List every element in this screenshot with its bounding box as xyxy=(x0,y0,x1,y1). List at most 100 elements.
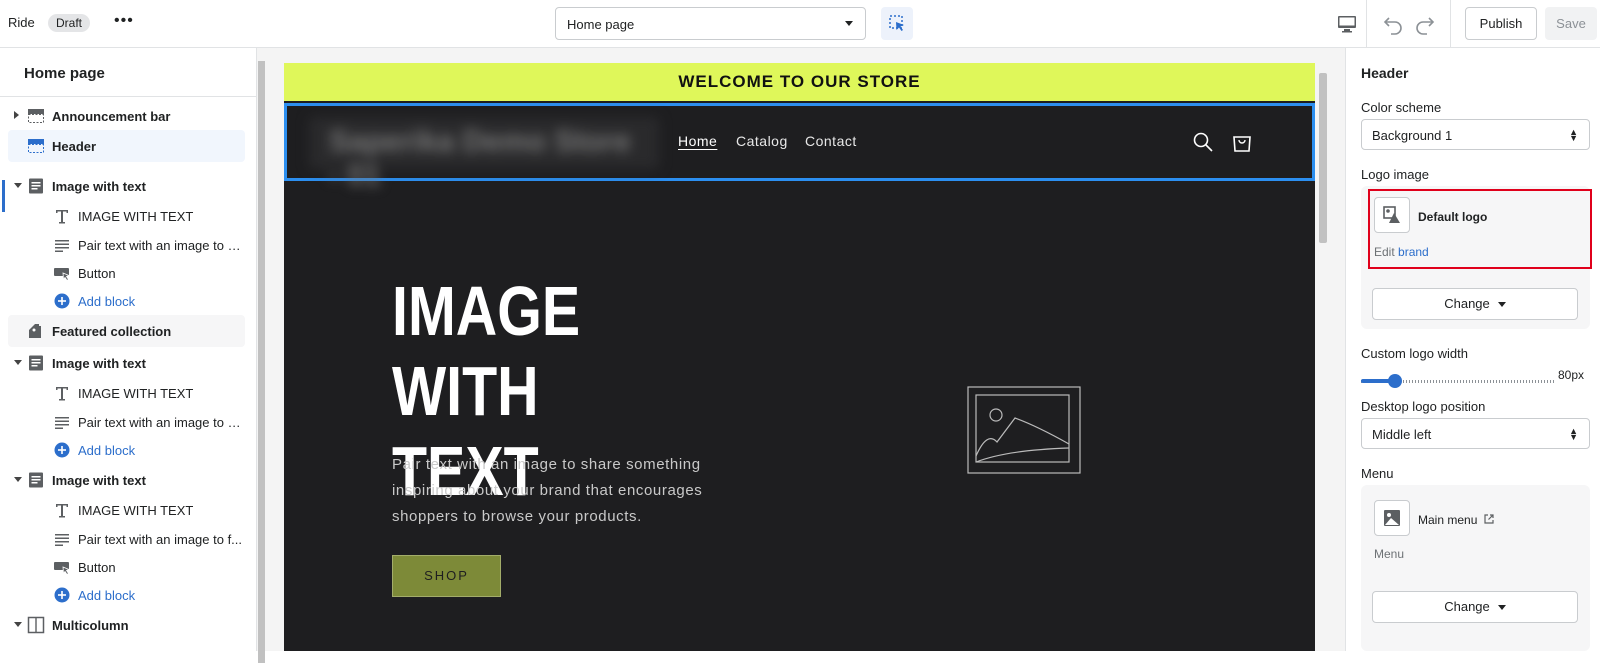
desktop-view-icon[interactable] xyxy=(1335,12,1359,36)
edit-brand-link[interactable]: brand xyxy=(1398,245,1429,259)
menu-sub: Menu xyxy=(1374,547,1405,561)
collapse-arrow-icon[interactable] xyxy=(14,360,22,365)
change-label: Change xyxy=(1444,599,1490,614)
nav-home[interactable]: Home xyxy=(678,133,717,149)
section-header[interactable]: Header xyxy=(8,130,245,162)
collection-tag-icon xyxy=(29,324,41,338)
menu-name[interactable]: Main menu xyxy=(1418,513,1494,527)
store-header[interactable]: Saperika Demo Store - 01 Home Catalog Co… xyxy=(284,103,1315,192)
logo-text: Saperika Demo Store - 01 xyxy=(329,125,631,192)
chevron-down-icon xyxy=(845,21,853,26)
page-select[interactable]: Home page xyxy=(555,7,866,40)
add-block-label: Add block xyxy=(78,443,136,458)
logo-tile[interactable] xyxy=(1374,197,1410,233)
inspector-select-button[interactable] xyxy=(881,7,913,40)
logo-width-handle[interactable] xyxy=(1388,374,1402,388)
logo-position-value: Middle left xyxy=(1372,427,1432,442)
collapse-arrow-icon[interactable] xyxy=(14,477,22,482)
expand-arrow-icon[interactable] xyxy=(14,111,19,119)
add-block-button[interactable]: Add block xyxy=(8,285,245,317)
add-block-button[interactable]: Add block xyxy=(8,434,245,466)
add-block-label: Add block xyxy=(78,294,136,309)
select-cursor-icon xyxy=(889,15,904,31)
preview-scrollbar[interactable] xyxy=(1318,63,1328,651)
section-label: Announcement bar xyxy=(52,109,171,124)
block-label: Pair text with an image to s... xyxy=(78,415,243,430)
plus-circle-icon xyxy=(54,293,70,309)
section-image-with-text[interactable]: Image with text xyxy=(8,464,245,496)
page-select-value: Home page xyxy=(567,17,635,32)
text-block-icon xyxy=(29,472,43,488)
block-label: IMAGE WITH TEXT xyxy=(78,503,194,518)
more-actions-button[interactable]: ••• xyxy=(114,12,134,30)
search-icon[interactable] xyxy=(1192,131,1214,153)
scrollbar-thumb[interactable] xyxy=(1319,73,1327,243)
undo-icon[interactable] xyxy=(1381,12,1405,36)
section-featured-collection[interactable]: Featured collection xyxy=(8,315,245,347)
plus-circle-icon xyxy=(54,587,70,603)
chevron-down-icon xyxy=(1497,302,1506,308)
edit-prefix: Edit xyxy=(1374,245,1395,259)
logo-width-value: 80px xyxy=(1558,368,1585,382)
sections-sidebar: Home page Announcement bar Header Image … xyxy=(0,48,257,651)
chevron-down-icon xyxy=(1497,605,1506,611)
collapse-arrow-icon[interactable] xyxy=(14,622,22,627)
announcement-bar-icon xyxy=(28,109,44,123)
save-button[interactable]: Save xyxy=(1545,7,1597,40)
select-arrows-icon: ▲ ▼ xyxy=(1569,426,1578,442)
paragraph-icon xyxy=(55,240,69,252)
section-image-with-text[interactable]: Image with text xyxy=(8,170,245,202)
logo-position-select[interactable]: Middle left ▲ ▼ xyxy=(1361,418,1590,449)
preview-canvas: WELCOME TO OUR STORE Saperika Demo Store… xyxy=(284,63,1315,651)
logo-edit-text: Edit brand xyxy=(1374,245,1429,259)
block-heading[interactable]: IMAGE WITH TEXT xyxy=(8,494,245,526)
paragraph-icon xyxy=(55,417,69,429)
shop-button[interactable]: SHOP xyxy=(392,555,501,597)
multicolumn-icon xyxy=(27,616,45,634)
section-label: Multicolumn xyxy=(52,618,129,633)
store-logo[interactable]: Saperika Demo Store - 01 xyxy=(309,117,659,192)
sidebar-scrollbar[interactable] xyxy=(257,48,266,663)
section-label: Image with text xyxy=(52,356,146,371)
toolbar-divider xyxy=(1450,0,1451,48)
image-icon xyxy=(1384,510,1400,526)
add-block-button[interactable]: Add block xyxy=(8,579,245,611)
nav-contact[interactable]: Contact xyxy=(805,133,857,149)
settings-title: Header xyxy=(1361,65,1409,81)
image-edit-icon xyxy=(1383,206,1400,223)
plus-circle-icon xyxy=(54,442,70,458)
scrollbar-thumb[interactable] xyxy=(258,61,265,663)
section-label: Header xyxy=(52,139,97,154)
change-menu-button[interactable]: Change xyxy=(1372,591,1578,623)
sidebar-title: Home page xyxy=(24,65,105,82)
heading-icon xyxy=(56,504,68,518)
section-multicolumn[interactable]: Multicolumn xyxy=(8,609,245,641)
block-heading[interactable]: IMAGE WITH TEXT xyxy=(8,377,245,409)
redo-icon[interactable] xyxy=(1413,12,1437,36)
section-label: Image with text xyxy=(52,473,146,488)
heading-icon xyxy=(56,387,68,401)
section-announcement-bar[interactable]: Announcement bar xyxy=(8,100,245,132)
change-logo-button[interactable]: Change xyxy=(1372,288,1578,320)
section-image-with-text[interactable]: Image with text xyxy=(8,347,245,379)
nav-catalog[interactable]: Catalog xyxy=(736,133,788,149)
publish-button[interactable]: Publish xyxy=(1465,7,1537,40)
block-heading[interactable]: IMAGE WITH TEXT xyxy=(8,200,245,232)
cart-icon[interactable] xyxy=(1231,131,1253,153)
color-scheme-select[interactable]: Background 1 ▲ ▼ xyxy=(1361,119,1590,150)
announcement-bar[interactable]: WELCOME TO OUR STORE xyxy=(284,63,1315,101)
text-block-icon xyxy=(29,355,43,371)
select-arrows-icon: ▲ ▼ xyxy=(1569,127,1578,143)
block-label: IMAGE WITH TEXT xyxy=(78,386,194,401)
add-block-label: Add block xyxy=(78,588,136,603)
color-scheme-value: Background 1 xyxy=(1372,128,1453,143)
block-label: IMAGE WITH TEXT xyxy=(78,209,194,224)
settings-panel: Header Color scheme Background 1 ▲ ▼ Logo… xyxy=(1345,48,1600,651)
logo-width-label: Custom logo width xyxy=(1361,346,1468,361)
toolbar-divider xyxy=(1366,0,1367,48)
text-block-icon xyxy=(29,178,43,194)
menu-tile[interactable] xyxy=(1374,500,1410,536)
collapse-arrow-icon[interactable] xyxy=(14,183,22,188)
heading-icon xyxy=(56,210,68,224)
section-label: Image with text xyxy=(52,179,146,194)
